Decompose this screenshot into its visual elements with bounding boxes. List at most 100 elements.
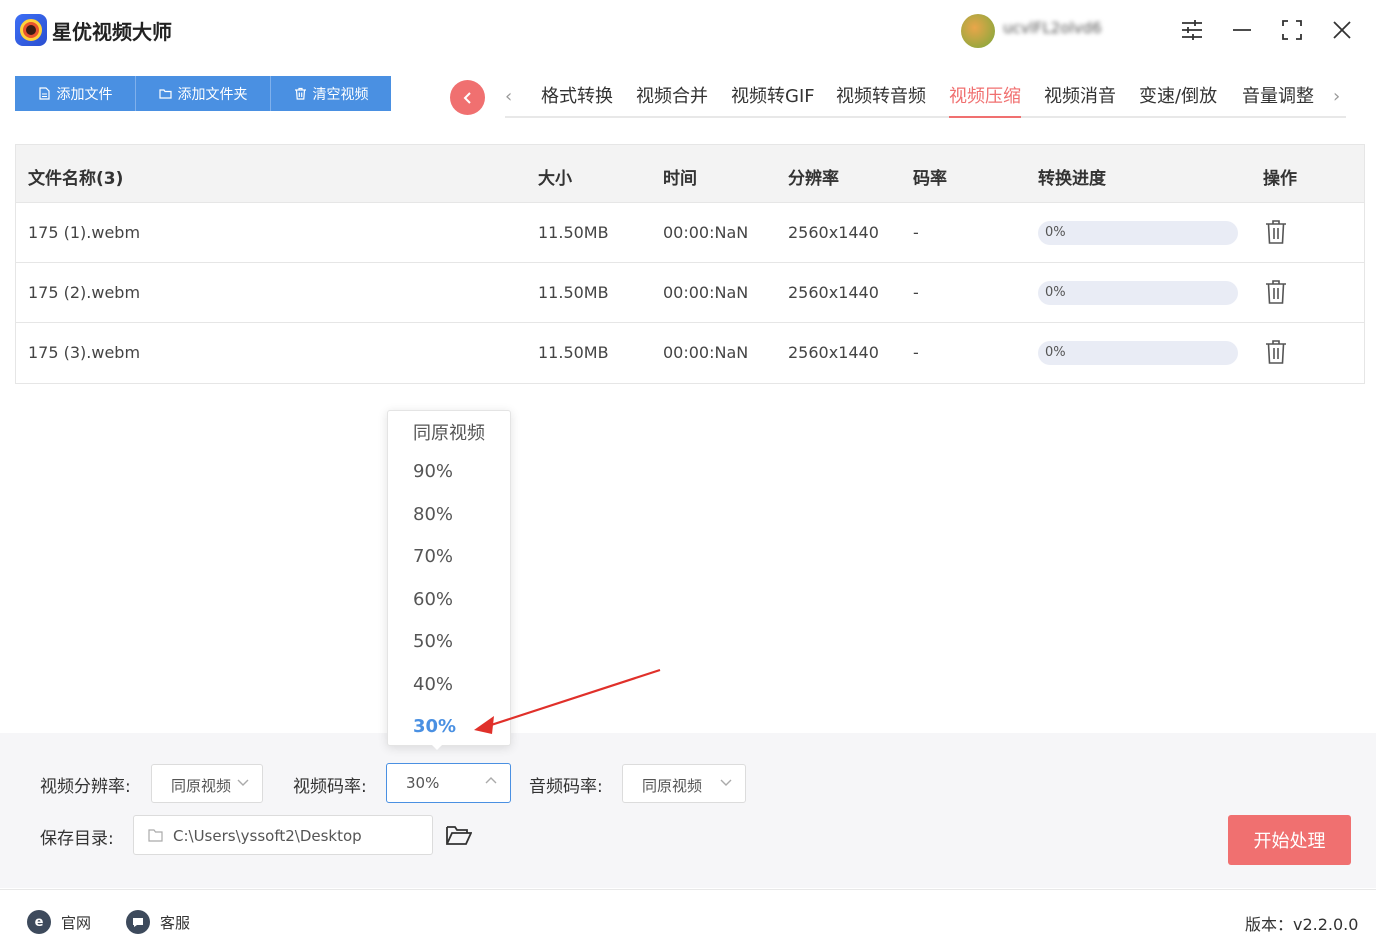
close-icon[interactable]	[1328, 16, 1356, 44]
cell-resolution: 2560x1440	[788, 343, 879, 362]
tabs-scroll-left-icon[interactable]: ‹	[505, 86, 512, 107]
support-link[interactable]: 客服	[126, 910, 190, 934]
minimize-icon[interactable]	[1228, 16, 1256, 44]
title-bar: 星优视频大师 ucvlFL2olvd6	[0, 0, 1376, 62]
cell-bitrate: -	[913, 343, 919, 362]
trash-icon	[294, 87, 306, 100]
progress-bar: 0%	[1038, 281, 1238, 305]
add-file-label: 添加文件	[56, 86, 113, 103]
add-folder-button[interactable]: 添加文件夹	[136, 76, 271, 111]
file-icon	[38, 87, 50, 100]
start-processing-button[interactable]: 开始处理	[1228, 815, 1351, 865]
tab-format-convert[interactable]: 格式转换	[541, 82, 613, 118]
bitrate-select[interactable]: 30%	[386, 763, 511, 803]
add-folder-label: 添加文件夹	[177, 86, 248, 103]
file-list-panel: 文件名称(3) 大小 时间 分辨率 码率 转换进度 操作 175 (1).web…	[15, 144, 1365, 720]
dropdown-option[interactable]: 60%	[413, 589, 453, 610]
tabs-scroll-right-icon[interactable]: ›	[1333, 86, 1340, 107]
progress-text: 0%	[1045, 225, 1066, 240]
dropdown-option-selected[interactable]: 30%	[413, 716, 456, 737]
cell-bitrate: -	[913, 223, 919, 242]
header-resolution: 分辨率	[788, 169, 839, 189]
file-table: 文件名称(3) 大小 时间 分辨率 码率 转换进度 操作 175 (1).web…	[15, 144, 1365, 384]
file-toolbar: 添加文件 添加文件夹 清空视频	[15, 76, 391, 111]
cell-size: 11.50MB	[538, 223, 609, 242]
folder-icon	[148, 829, 163, 842]
audio-bitrate-select[interactable]: 同原视频	[622, 764, 746, 803]
cell-time: 00:00:NaN	[663, 283, 749, 302]
settings-panel	[0, 733, 1376, 888]
cell-time: 00:00:NaN	[663, 223, 749, 242]
dropdown-option[interactable]: 40%	[413, 674, 453, 695]
bitrate-value: 30%	[406, 774, 440, 792]
cell-size: 11.50MB	[538, 283, 609, 302]
version-text: 版本：v2.2.0.0	[1245, 915, 1359, 934]
footer: e 官网 客服 版本：v2.2.0.0	[0, 889, 1376, 950]
tab-video-to-gif[interactable]: 视频转GIF	[731, 82, 815, 118]
app-logo-icon	[15, 14, 47, 46]
tab-video-to-audio[interactable]: 视频转音频	[836, 82, 926, 118]
settings-sliders-icon[interactable]	[1178, 16, 1206, 44]
bitrate-dropdown-menu: 同原视频 90% 80% 70% 60% 50% 40% 30%	[387, 410, 511, 746]
open-folder-icon[interactable]	[446, 824, 472, 846]
audio-bitrate-value: 同原视频	[642, 777, 703, 795]
delete-trash-icon[interactable]	[1264, 339, 1288, 365]
maximize-icon[interactable]	[1278, 16, 1306, 44]
website-link[interactable]: e 官网	[27, 910, 91, 934]
header-size: 大小	[538, 169, 572, 189]
tab-speed-reverse[interactable]: 变速/倒放	[1139, 82, 1217, 118]
add-file-button[interactable]: 添加文件	[15, 76, 136, 111]
dropdown-option[interactable]: 80%	[413, 504, 453, 525]
progress-bar: 0%	[1038, 341, 1238, 365]
chevron-down-icon	[720, 779, 732, 786]
tab-volume-adjust[interactable]: 音量调整	[1242, 82, 1314, 118]
save-path-value: C:\Users\yssoft2\Desktop	[173, 827, 362, 845]
user-avatar[interactable]	[961, 14, 995, 48]
user-name[interactable]: ucvlFL2olvd6	[1003, 19, 1153, 41]
cell-time: 00:00:NaN	[663, 343, 749, 362]
resolution-select[interactable]: 同原视频	[151, 764, 263, 803]
table-row[interactable]: 175 (2).webm 11.50MB 00:00:NaN 2560x1440…	[16, 263, 1364, 323]
header-filename: 文件名称(3)	[28, 169, 124, 189]
dropdown-pointer	[430, 743, 444, 750]
progress-text: 0%	[1045, 345, 1066, 360]
dropdown-option[interactable]: 90%	[413, 461, 453, 482]
collapse-back-button[interactable]	[450, 80, 485, 115]
header-time: 时间	[663, 169, 697, 189]
app-title: 星优视频大师	[52, 20, 172, 44]
browser-e-icon: e	[27, 910, 51, 934]
cell-resolution: 2560x1440	[788, 223, 879, 242]
tab-video-merge[interactable]: 视频合并	[636, 82, 708, 118]
tab-video-compress[interactable]: 视频压缩	[949, 82, 1021, 118]
website-label: 官网	[61, 913, 92, 932]
progress-text: 0%	[1045, 285, 1066, 300]
cell-filename: 175 (3).webm	[28, 343, 141, 362]
header-progress: 转换进度	[1038, 169, 1106, 189]
table-row[interactable]: 175 (1).webm 11.50MB 00:00:NaN 2560x1440…	[16, 203, 1364, 263]
header-bitrate: 码率	[913, 169, 947, 189]
dropdown-option[interactable]: 50%	[413, 631, 453, 652]
progress-bar: 0%	[1038, 221, 1238, 245]
feature-tabs: ‹ 格式转换 视频合并 视频转GIF 视频转音频 视频压缩 视频消音 变速/倒放…	[505, 78, 1346, 118]
bitrate-label: 视频码率:	[293, 777, 367, 797]
chevron-left-icon	[463, 91, 471, 104]
cell-bitrate: -	[913, 283, 919, 302]
tab-video-mute[interactable]: 视频消音	[1044, 82, 1116, 118]
header-action: 操作	[1263, 169, 1297, 189]
delete-trash-icon[interactable]	[1264, 279, 1288, 305]
resolution-label: 视频分辨率:	[40, 777, 131, 797]
clear-videos-label: 清空视频	[312, 86, 369, 103]
chevron-up-icon	[485, 777, 497, 784]
support-label: 客服	[160, 913, 191, 932]
table-row[interactable]: 175 (3).webm 11.50MB 00:00:NaN 2560x1440…	[16, 323, 1364, 383]
cell-size: 11.50MB	[538, 343, 609, 362]
clear-videos-button[interactable]: 清空视频	[271, 76, 391, 111]
cell-filename: 175 (1).webm	[28, 223, 141, 242]
delete-trash-icon[interactable]	[1264, 219, 1288, 245]
chevron-down-icon	[237, 779, 249, 786]
dropdown-option[interactable]: 同原视频	[413, 419, 485, 445]
cell-resolution: 2560x1440	[788, 283, 879, 302]
table-header: 文件名称(3) 大小 时间 分辨率 码率 转换进度 操作	[16, 145, 1364, 203]
dropdown-option[interactable]: 70%	[413, 546, 453, 567]
save-path-input[interactable]: C:\Users\yssoft2\Desktop	[133, 815, 433, 855]
